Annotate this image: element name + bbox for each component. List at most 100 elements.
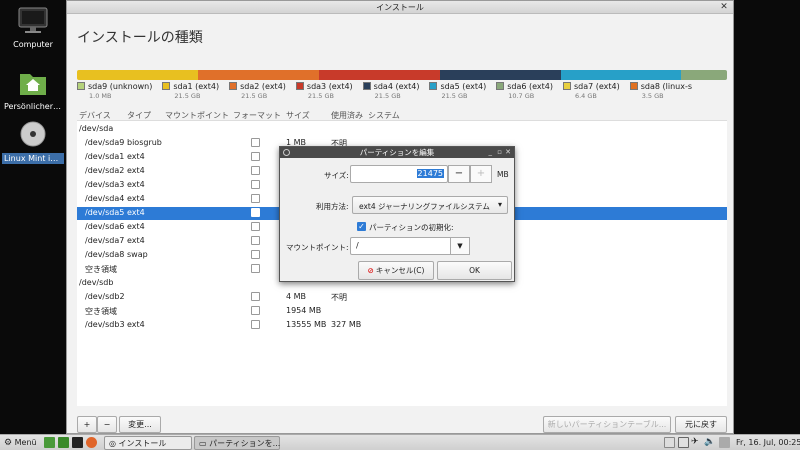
size-value: 21475 [416, 169, 444, 178]
legend-item: sda2 (ext4) 21.5 GB [229, 82, 286, 100]
format-checkbox[interactable] [251, 292, 260, 301]
use-as-value: ext4 ジャーナリングファイルシステム [359, 202, 490, 211]
change-partition-button[interactable]: 変更... [119, 416, 161, 433]
volume-icon[interactable]: 🔈 [704, 436, 715, 450]
close-icon[interactable]: ✕ [719, 2, 729, 12]
legend-item: sda1 (ext4) 21.5 GB [162, 82, 219, 100]
partition-bar [77, 70, 727, 80]
window-titlebar[interactable]: インストール ✕ [67, 1, 733, 14]
clock[interactable]: Fr, 16. Jul, 00:25 [736, 436, 800, 450]
table-row[interactable]: /dev/sdb3 ext4 13555 MB 327 MB [77, 319, 727, 332]
dialog-titlebar[interactable]: パーティションを編集 _ ▫ ✕ [280, 147, 514, 158]
edit-partition-dialog: パーティションを編集 _ ▫ ✕ サイズ: 21475 − + MB 利用方法:… [279, 146, 515, 282]
cell-device: /dev/sda1 [85, 152, 125, 161]
legend-swatch [229, 82, 238, 90]
menu-button[interactable]: ⚙ Menü [4, 436, 37, 450]
legend-item: sda6 (ext4) 10.7 GB [496, 82, 553, 100]
cell-type: ext4 [127, 208, 145, 217]
legend-name: sda6 (ext4) [507, 82, 553, 91]
minimize-icon[interactable]: _ [489, 147, 493, 158]
column-used[interactable]: 使用済み [331, 110, 363, 121]
cell-type: ext4 [127, 320, 145, 329]
table-header: デバイス タイプ マウントポイント フォーマット サイズ 使用済み システム [77, 109, 727, 121]
task-label: インストール [118, 439, 167, 448]
cell-device: /dev/sda6 [85, 222, 125, 231]
window-title: インストール [376, 3, 424, 12]
use-as-select[interactable]: ext4 ジャーナリングファイルシステム ▾ [352, 196, 508, 214]
format-checkbox[interactable] [251, 194, 260, 203]
column-format[interactable]: フォーマット [233, 110, 281, 121]
battery-icon[interactable] [678, 437, 689, 448]
maximize-icon[interactable]: ▫ [497, 147, 502, 158]
partition-bar-segment [77, 70, 198, 80]
size-input[interactable]: 21475 [350, 165, 448, 183]
new-partition-table-button[interactable]: 新しいパーティションテーブル... [543, 416, 671, 433]
desktop-icon-label: Computer [13, 40, 53, 49]
gear-icon: ⚙ [4, 438, 13, 448]
mount-point-dropdown[interactable]: ▼ [450, 237, 470, 255]
show-desktop-icon[interactable] [44, 437, 55, 448]
cell-type: ext4 [127, 166, 145, 175]
cell-device: /dev/sda8 [85, 250, 125, 259]
revert-button[interactable]: 元に戻す [675, 416, 727, 433]
cell-device: /dev/sda9 [85, 138, 125, 147]
monitor-icon [16, 6, 50, 36]
legend-size: 1.0 MB [89, 92, 112, 100]
legend-size: 21.5 GB [441, 92, 468, 100]
network-icon[interactable]: ✈ [691, 436, 699, 450]
file-manager-icon[interactable] [58, 437, 69, 448]
column-mount[interactable]: マウントポイント [165, 110, 229, 121]
format-checkbox[interactable] [251, 152, 260, 161]
cancel-button[interactable]: ⊘ キャンセル(C) [358, 261, 434, 280]
page-title: インストールの種類 [77, 30, 203, 46]
task-edit-partition[interactable]: ▭ パーティションを... [194, 436, 280, 450]
cell-device: /dev/sda3 [85, 180, 125, 189]
column-type[interactable]: タイプ [127, 110, 151, 121]
format-checkbox[interactable] [251, 264, 260, 273]
format-checkbox[interactable] [251, 306, 260, 315]
table-row[interactable]: /dev/sdb2 4 MB 不明 [77, 291, 727, 304]
format-checkbox[interactable]: ✓ [357, 222, 366, 231]
desktop-icon-home[interactable]: Persönlicher ... [2, 68, 64, 112]
format-checkbox[interactable] [251, 208, 260, 217]
partition-bar-segment [681, 70, 727, 80]
firefox-icon[interactable] [86, 437, 97, 448]
format-checkbox[interactable] [251, 180, 260, 189]
add-partition-button[interactable]: + [77, 416, 97, 433]
legend-name: sda1 (ext4) [173, 82, 220, 91]
cell-type: biosgrub [127, 138, 162, 147]
updates-icon[interactable] [719, 437, 730, 448]
desktop-icon-computer[interactable]: Computer [2, 6, 64, 50]
terminal-icon[interactable] [72, 437, 83, 448]
desktop-icon-label: Linux Mint in... [2, 153, 64, 164]
close-icon[interactable]: ✕ [505, 147, 511, 158]
format-checkbox[interactable] [251, 138, 260, 147]
format-checkbox[interactable] [251, 236, 260, 245]
remove-partition-button[interactable]: − [97, 416, 117, 433]
dropdown-arrow-icon: ▾ [497, 200, 502, 209]
cell-size: 1954 MB [286, 306, 322, 315]
cell-size: 4 MB [286, 292, 307, 301]
format-checkbox[interactable] [251, 320, 260, 329]
desktop-icon-installer[interactable]: Linux Mint in... [2, 120, 64, 164]
table-row[interactable]: 空き領域 1954 MB [77, 305, 727, 318]
legend-size: 21.5 GB [174, 92, 201, 100]
size-increment-button[interactable]: + [470, 165, 492, 183]
disc-icon [16, 120, 50, 150]
column-system[interactable]: システム [368, 110, 400, 121]
size-decrement-button[interactable]: − [448, 165, 470, 183]
partition-bar-segment [560, 70, 682, 80]
mount-point-input[interactable]: / [350, 237, 452, 255]
window-menu-icon[interactable] [283, 149, 290, 156]
clipboard-icon[interactable] [664, 437, 675, 448]
task-installer[interactable]: ◎ インストール [104, 436, 192, 450]
cell-device: /dev/sda7 [85, 236, 125, 245]
format-checkbox[interactable] [251, 250, 260, 259]
column-device[interactable]: デバイス [79, 110, 111, 121]
format-checkbox[interactable] [251, 222, 260, 231]
cell-device: /dev/sda2 [85, 166, 125, 175]
table-group-row[interactable]: /dev/sda [77, 123, 727, 136]
format-checkbox[interactable] [251, 166, 260, 175]
column-size[interactable]: サイズ [286, 110, 310, 121]
ok-button[interactable]: OK [437, 261, 512, 280]
